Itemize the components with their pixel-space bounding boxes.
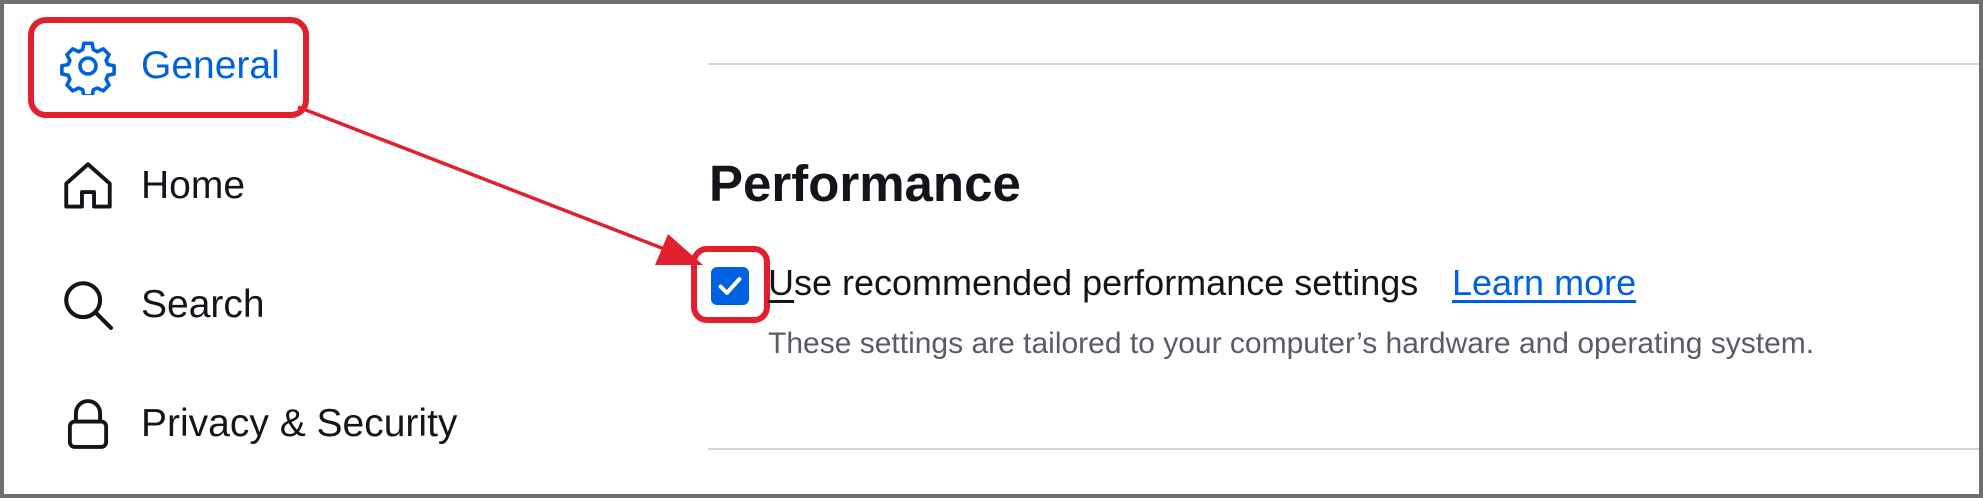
home-icon <box>58 156 118 216</box>
section-divider-bottom <box>708 448 1983 450</box>
performance-description: These settings are tailored to your comp… <box>768 327 1815 360</box>
search-icon <box>58 275 118 335</box>
general-highlight-box <box>28 17 309 118</box>
sidebar-item-privacy-security[interactable]: Privacy & Security <box>58 389 457 459</box>
checkbox-highlight-box <box>691 246 770 323</box>
performance-checkbox-label[interactable]: Use recommended performance settings <box>768 262 1418 304</box>
accesskey-char: U <box>768 262 794 303</box>
sidebar-item-label: Search <box>141 283 265 326</box>
section-title: Performance <box>709 155 1021 212</box>
sidebar-item-home[interactable]: Home <box>58 151 245 221</box>
sidebar-item-search[interactable]: Search <box>58 270 265 340</box>
sidebar-item-label: Privacy & Security <box>141 402 458 445</box>
sidebar-item-label: Home <box>141 164 246 207</box>
learn-more-link[interactable]: Learn more <box>1452 262 1636 304</box>
checkbox-label-text: se recommended performance settings <box>794 262 1419 303</box>
lock-icon <box>58 394 118 454</box>
section-divider-top <box>708 63 1983 65</box>
